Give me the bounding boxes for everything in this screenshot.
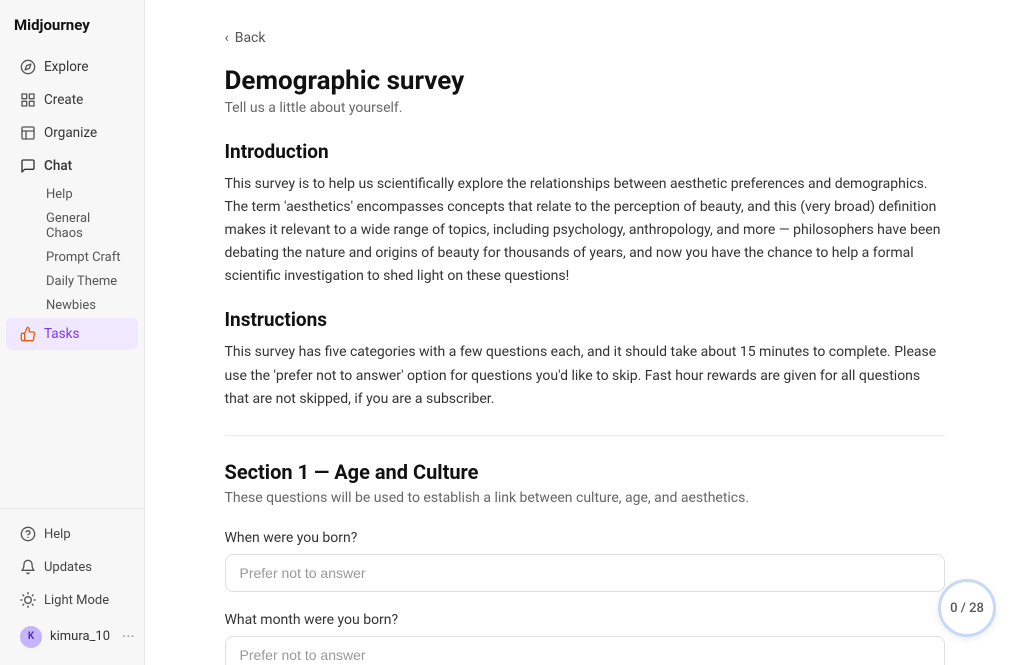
sidebar-subitem-daily-theme[interactable]: Daily Theme: [36, 270, 138, 293]
username: kimura_10: [50, 629, 110, 644]
sidebar-item-create-label: Create: [44, 92, 83, 108]
layout-icon: [20, 125, 36, 141]
chat-subitems: Help General Chaos Prompt Craft Daily Th…: [0, 183, 144, 317]
section1-title: Section 1 — Age and Culture: [225, 460, 945, 484]
compass-icon: [20, 59, 36, 75]
sidebar-item-tasks[interactable]: Tasks: [6, 318, 138, 350]
sidebar-item-explore[interactable]: Explore: [6, 51, 138, 83]
avatar: K: [20, 626, 42, 648]
sidebar-item-updates[interactable]: Updates: [6, 551, 138, 583]
sidebar-item-explore-label: Explore: [44, 59, 89, 75]
back-chevron-icon: ‹: [225, 30, 229, 46]
question-1-select[interactable]: Prefer not to answer: [225, 554, 945, 592]
sidebar-light-mode-label: Light Mode: [44, 593, 109, 608]
back-label: Back: [235, 30, 266, 46]
sidebar-item-create[interactable]: Create: [6, 84, 138, 116]
intro-body: This survey is to help us scientifically…: [225, 173, 945, 288]
back-button[interactable]: ‹ Back: [225, 30, 945, 46]
progress-indicator: 0 / 28: [938, 579, 996, 637]
sidebar-item-light-mode[interactable]: Light Mode: [6, 584, 138, 616]
sun-icon: [20, 592, 36, 608]
main-content: ‹ Back Demographic survey Tell us a litt…: [145, 0, 1024, 665]
sidebar: Midjourney Explore Create: [0, 0, 145, 665]
survey-subtitle: Tell us a little about yourself.: [225, 100, 945, 116]
question-2-select[interactable]: Prefer not to answer: [225, 636, 945, 665]
section1-subtitle: These questions will be used to establis…: [225, 490, 945, 506]
progress-value: 0 / 28: [950, 601, 984, 616]
sidebar-bottom: Help Updates Light Mode K kimura_10 ···: [0, 508, 144, 665]
survey-title: Demographic survey: [225, 66, 945, 96]
sidebar-chat-label: Chat: [44, 158, 72, 174]
sidebar-item-help-bottom[interactable]: Help: [6, 518, 138, 550]
instructions-body: This survey has five categories with a f…: [225, 341, 945, 410]
sidebar-nav: Explore Create Organize: [0, 46, 144, 508]
sidebar-subitem-prompt-craft[interactable]: Prompt Craft: [36, 246, 138, 269]
more-options-button[interactable]: ···: [118, 625, 139, 648]
instructions-heading: Instructions: [225, 308, 945, 331]
user-profile-row[interactable]: K kimura_10 ···: [6, 617, 138, 656]
sidebar-updates-label: Updates: [44, 560, 92, 575]
sidebar-item-organize-label: Organize: [44, 125, 97, 141]
question-2-label: What month were you born?: [225, 612, 945, 628]
sidebar-subitem-newbies[interactable]: Newbies: [36, 294, 138, 317]
question-1-label: When were you born?: [225, 530, 945, 546]
intro-heading: Introduction: [225, 140, 945, 163]
sidebar-item-chat[interactable]: Chat: [6, 150, 138, 182]
section-divider: [225, 435, 945, 436]
sidebar-help-label: Help: [44, 527, 71, 542]
grid-icon: [20, 92, 36, 108]
help-circle-icon: [20, 526, 36, 542]
thumbs-up-icon: [20, 326, 36, 342]
sidebar-item-organize[interactable]: Organize: [6, 117, 138, 149]
sidebar-subitem-general-chaos[interactable]: General Chaos: [36, 207, 138, 245]
app-logo: Midjourney: [0, 0, 144, 46]
sidebar-subitem-help[interactable]: Help: [36, 183, 138, 206]
bell-icon: [20, 559, 36, 575]
sidebar-item-tasks-label: Tasks: [44, 326, 79, 342]
chat-icon: [20, 158, 36, 174]
